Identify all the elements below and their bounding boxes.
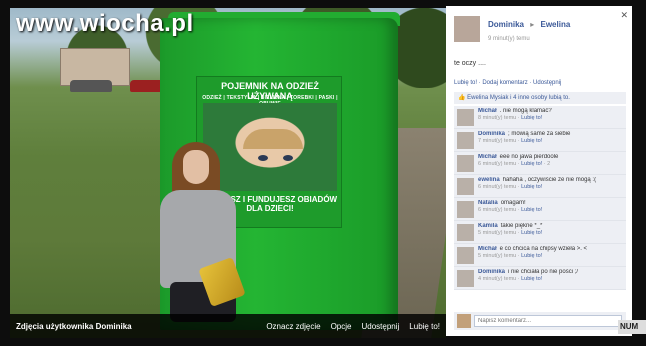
child-hair xyxy=(243,129,303,149)
arrow-icon: ▸ xyxy=(530,20,535,29)
child-eye xyxy=(258,155,268,161)
comment-time[interactable]: 8 minut(y) temu xyxy=(478,115,516,121)
commenter-name[interactable]: Dominika xyxy=(478,269,505,275)
comment-composer xyxy=(454,312,626,330)
comment-time[interactable]: 4 minut(y) temu xyxy=(478,276,516,282)
girl-face xyxy=(183,150,209,184)
avatar[interactable] xyxy=(457,224,474,241)
screenshot-root: POJEMNIK NA ODZIEŻ UŻYWANĄ ODZIEŻ | TEKS… xyxy=(0,0,646,346)
commenter-name[interactable]: Natalia xyxy=(478,200,498,206)
avatar[interactable] xyxy=(454,16,480,42)
comment-item: Natalia omagam! 6 minut(y) temu · Lubię t… xyxy=(454,198,626,221)
comment-like-link[interactable]: Lubię to! xyxy=(521,184,542,190)
like-thumb-icon: 👍 xyxy=(458,95,466,101)
comment-item: Michał eee no jawa pierdoole 6 minut(y) t… xyxy=(454,152,626,175)
avatar xyxy=(457,314,471,328)
comment-time[interactable]: 6 minut(y) temu xyxy=(478,184,516,190)
comment-like-link[interactable]: Lubię to! xyxy=(521,115,542,121)
comment-item: Michał. nie mogą klamać? 8 minut(y) temu… xyxy=(454,106,626,129)
comment-item: Michał e co chcica na chipsy wzieła >. < … xyxy=(454,244,626,267)
comment-like-link[interactable]: Lubię to! xyxy=(521,207,542,213)
recipient-link[interactable]: Ewelina xyxy=(541,20,571,29)
comment-like-count[interactable]: 2 xyxy=(547,161,550,167)
share-link[interactable]: Udostępnij xyxy=(361,322,399,331)
likes-summary[interactable]: 👍 Ewelina Mysiak i 4 inne osoby lubią to… xyxy=(454,92,626,104)
post-timestamp[interactable]: 9 minut(y) temu xyxy=(488,36,530,42)
comment-text: ; mówią same za siebie xyxy=(508,131,571,137)
comment-text: hahaha , oczywiście że nie mogą :( xyxy=(502,177,597,183)
like-link[interactable]: Lubię to! xyxy=(409,322,440,331)
photo-owner-link[interactable]: Zdjęcia użytkownika Dominika xyxy=(16,322,256,331)
commenter-name[interactable]: Kamila xyxy=(478,223,498,229)
avatar[interactable] xyxy=(457,270,474,287)
comment-time[interactable]: 7 minut(y) temu xyxy=(478,138,516,144)
comment-text: takie piękne *_* xyxy=(500,223,543,229)
tag-photo-link[interactable]: Oznacz zdjęcie xyxy=(266,322,320,331)
comment-like-link[interactable]: Lubię to! xyxy=(521,138,542,144)
post-header: Dominika ▸ Ewelina 9 minut(y) temu xyxy=(454,16,624,52)
commenter-name[interactable]: Dominika xyxy=(478,131,505,137)
avatar[interactable] xyxy=(457,132,474,149)
comment-text: eee no jawa pierdoole xyxy=(499,154,559,160)
options-link[interactable]: Opcje xyxy=(331,322,352,331)
comment-time[interactable]: 5 minut(y) temu xyxy=(478,253,516,259)
author-link[interactable]: Dominika xyxy=(488,20,524,29)
comment-text: e co chcica na chipsy wzieła >. < xyxy=(499,246,588,252)
likes-text: Ewelina Mysiak i 4 inne osoby lubią to. xyxy=(467,95,570,101)
comment-item: ewelina hahaha , oczywiście że nie mogą :… xyxy=(454,175,626,198)
comment-text: i nie chciała po nie pości ;/ xyxy=(508,269,579,275)
comment-text: . nie mogą klamać? xyxy=(499,108,552,114)
comment-time[interactable]: 5 minut(y) temu xyxy=(478,230,516,236)
comment-time[interactable]: 6 minut(y) temu xyxy=(478,207,516,213)
poster-child-photo xyxy=(203,103,337,191)
comment-panel: ✕ Dominika ▸ Ewelina 9 minut(y) temu te … xyxy=(446,6,632,336)
post-actions[interactable]: Lubię to! · Dodaj komentarz · Udostępnij xyxy=(454,80,561,86)
post-names: Dominika ▸ Ewelina xyxy=(488,20,570,29)
comment-input[interactable] xyxy=(474,315,622,327)
child-eye xyxy=(283,155,293,161)
comment-like-link[interactable]: Lubię to! xyxy=(521,253,542,259)
commenter-name[interactable]: ewelina xyxy=(478,177,500,183)
comment-item: Dominika; mówią same za siebie 7 minut(y… xyxy=(454,129,626,152)
post-text: te oczy .... xyxy=(454,60,486,67)
comment-time[interactable]: 6 minut(y) temu xyxy=(478,161,516,167)
background-car xyxy=(70,80,112,92)
avatar[interactable] xyxy=(457,201,474,218)
num-lock-badge: NUM xyxy=(618,320,646,334)
comment-like-link[interactable]: Lubię to! xyxy=(521,230,542,236)
comment-list: Michał. nie mogą klamać? 8 minut(y) temu… xyxy=(454,106,626,290)
avatar[interactable] xyxy=(457,109,474,126)
commenter-name[interactable]: Michał xyxy=(478,154,497,160)
comment-item: Kamila takie piękne *_* 5 minut(y) temu ·… xyxy=(454,221,626,244)
photo-action-bar: Zdjęcia użytkownika Dominika Oznacz zdję… xyxy=(10,314,446,338)
commenter-name[interactable]: Michał xyxy=(478,108,497,114)
comment-like-link[interactable]: Lubię to! xyxy=(521,276,542,282)
comment-item: Dominika i nie chciała po nie pości ;/ 4 … xyxy=(454,267,626,290)
avatar[interactable] xyxy=(457,155,474,172)
site-watermark: www.wiocha.pl xyxy=(16,10,194,37)
avatar[interactable] xyxy=(457,247,474,264)
comment-like-link[interactable]: Lubię to! xyxy=(521,161,542,167)
avatar[interactable] xyxy=(457,178,474,195)
comment-text: omagam! xyxy=(500,200,526,206)
commenter-name[interactable]: Michał xyxy=(478,246,497,252)
